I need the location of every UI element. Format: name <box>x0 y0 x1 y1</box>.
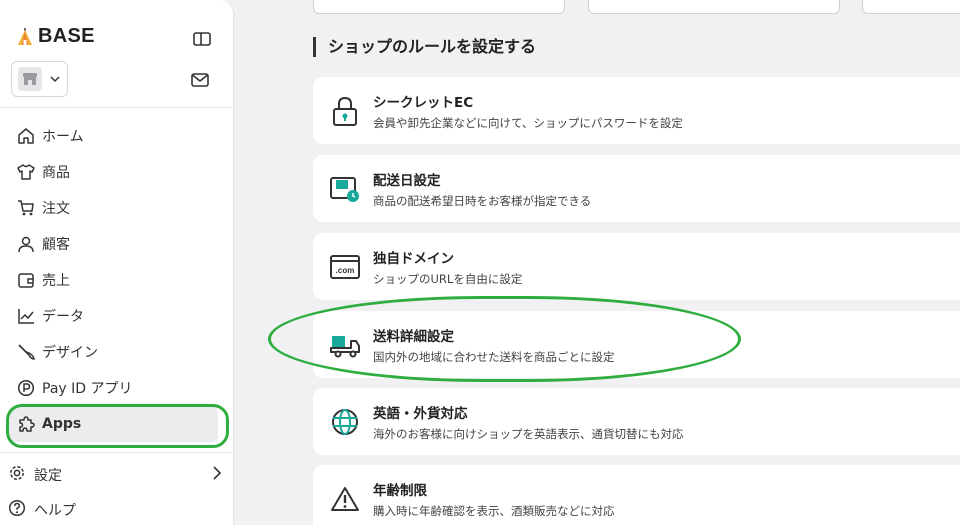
delivery-date-icon <box>327 171 363 207</box>
section-title: ショップのルールを設定する <box>313 37 536 57</box>
help-label: ヘルプ <box>34 503 76 519</box>
brand-name: BASE <box>38 25 95 47</box>
sidebar-item-sales[interactable]: 売上 <box>0 262 234 298</box>
domain-icon: .com <box>327 249 363 285</box>
shirt-icon <box>16 162 36 182</box>
chevron-down-icon <box>50 76 60 83</box>
sidebar-item-apps[interactable]: Apps <box>8 406 218 442</box>
sidebar-item-label: デザイン <box>42 345 98 361</box>
app-card-custom-domain[interactable]: .com 独自ドメイン ショップのURLを自由に設定 <box>313 233 960 300</box>
sidebar-item-label: 顧客 <box>42 237 70 253</box>
sidebar: BASE ホーム 商品 注文 顧客 売上 データ デザイン Pay ID アプリ… <box>0 0 234 525</box>
gear-icon <box>8 464 26 486</box>
app-card-age-restriction[interactable]: 年齢制限 購入時に年齢確認を表示、酒類販売などに対応 <box>313 465 960 525</box>
card-description: 購入時に年齢確認を表示、酒類販売などに対応 <box>373 503 615 518</box>
sidebar-toggle-button[interactable] <box>190 27 214 51</box>
sidebar-nav: ホーム 商品 注文 顧客 売上 データ デザイン Pay ID アプリ Apps <box>0 118 234 442</box>
mail-button[interactable] <box>188 68 212 92</box>
sidebar-item-help[interactable]: ヘルプ <box>8 499 222 521</box>
sidebar-item-settings[interactable]: 設定 <box>8 464 222 486</box>
sidebar-item-label: 売上 <box>42 273 70 289</box>
card-title: 年齢制限 <box>373 482 427 499</box>
card-title: 英語・外貨対応 <box>373 405 468 422</box>
card-title: 独自ドメイン <box>373 250 454 267</box>
app-card-english-currency[interactable]: 英語・外貨対応 海外のお客様に向けショップを英語表示、通貨切替にも対応 <box>313 388 960 455</box>
sidebar-item-home[interactable]: ホーム <box>0 118 234 154</box>
settings-label: 設定 <box>34 468 62 484</box>
chart-icon <box>16 306 36 326</box>
help-icon <box>8 499 26 521</box>
sidebar-item-products[interactable]: 商品 <box>0 154 234 190</box>
app-card-delivery-date[interactable]: 配送日設定 商品の配送希望日時をお客様が指定できる <box>313 155 960 222</box>
lock-icon <box>327 93 363 129</box>
card-description: 会員や卸先企業などに向けて、ショップにパスワードを設定 <box>373 115 683 130</box>
top-field-3[interactable] <box>862 0 960 14</box>
cart-icon <box>16 198 36 218</box>
brush-icon <box>16 342 36 362</box>
sidebar-item-label: データ <box>42 309 84 325</box>
main-content: ショップのルールを設定する シークレットEC 会員や卸先企業などに向けて、ショッ… <box>234 0 960 525</box>
top-field-2[interactable] <box>588 0 840 14</box>
card-description: ショップのURLを自由に設定 <box>373 271 523 286</box>
sidebar-item-payid[interactable]: Pay ID アプリ <box>0 370 234 406</box>
user-icon <box>16 234 36 254</box>
shop-selector[interactable] <box>11 61 68 97</box>
app-card-secret-ec[interactable]: シークレットEC 会員や卸先企業などに向けて、ショップにパスワードを設定 <box>313 77 960 144</box>
card-description: 国内外の地域に合わせた送料を商品ごとに設定 <box>373 349 615 364</box>
sidebar-item-label: Pay ID アプリ <box>42 381 133 397</box>
warning-icon <box>327 481 363 517</box>
app-card-shipping-detail[interactable]: 送料詳細設定 国内外の地域に合わせた送料を商品ごとに設定 <box>313 311 960 378</box>
card-title: シークレットEC <box>373 94 474 111</box>
sidebar-item-customers[interactable]: 顧客 <box>0 226 234 262</box>
mail-icon <box>191 73 209 87</box>
sidebar-item-label: Apps <box>42 416 82 432</box>
sidebar-item-orders[interactable]: 注文 <box>0 190 234 226</box>
card-title: 送料詳細設定 <box>373 328 454 345</box>
sidebar-item-design[interactable]: デザイン <box>0 334 234 370</box>
payid-icon <box>16 378 36 398</box>
globe-icon <box>327 404 363 440</box>
sidebar-item-label: 商品 <box>42 165 70 181</box>
sidebar-divider <box>0 107 234 108</box>
shop-avatar <box>18 67 42 91</box>
top-field-1[interactable] <box>313 0 565 14</box>
base-logo-icon <box>18 27 32 45</box>
truck-icon <box>327 327 363 363</box>
card-description: 商品の配送希望日時をお客様が指定できる <box>373 193 592 208</box>
sidebar-panel-icon <box>193 32 211 46</box>
store-icon <box>23 73 37 85</box>
sidebar-item-label: 注文 <box>42 201 70 217</box>
domain-icon-text: .com <box>336 266 355 275</box>
chevron-right-icon <box>212 466 222 484</box>
card-description: 海外のお客様に向けショップを英語表示、通貨切替にも対応 <box>373 426 684 441</box>
sidebar-divider-bottom <box>0 452 234 453</box>
sidebar-item-data[interactable]: データ <box>0 298 234 334</box>
puzzle-icon <box>16 414 36 434</box>
sidebar-item-label: ホーム <box>42 129 84 145</box>
home-icon <box>16 126 36 146</box>
card-title: 配送日設定 <box>373 172 441 189</box>
base-logo[interactable]: BASE <box>16 25 95 48</box>
wallet-icon <box>16 270 36 290</box>
